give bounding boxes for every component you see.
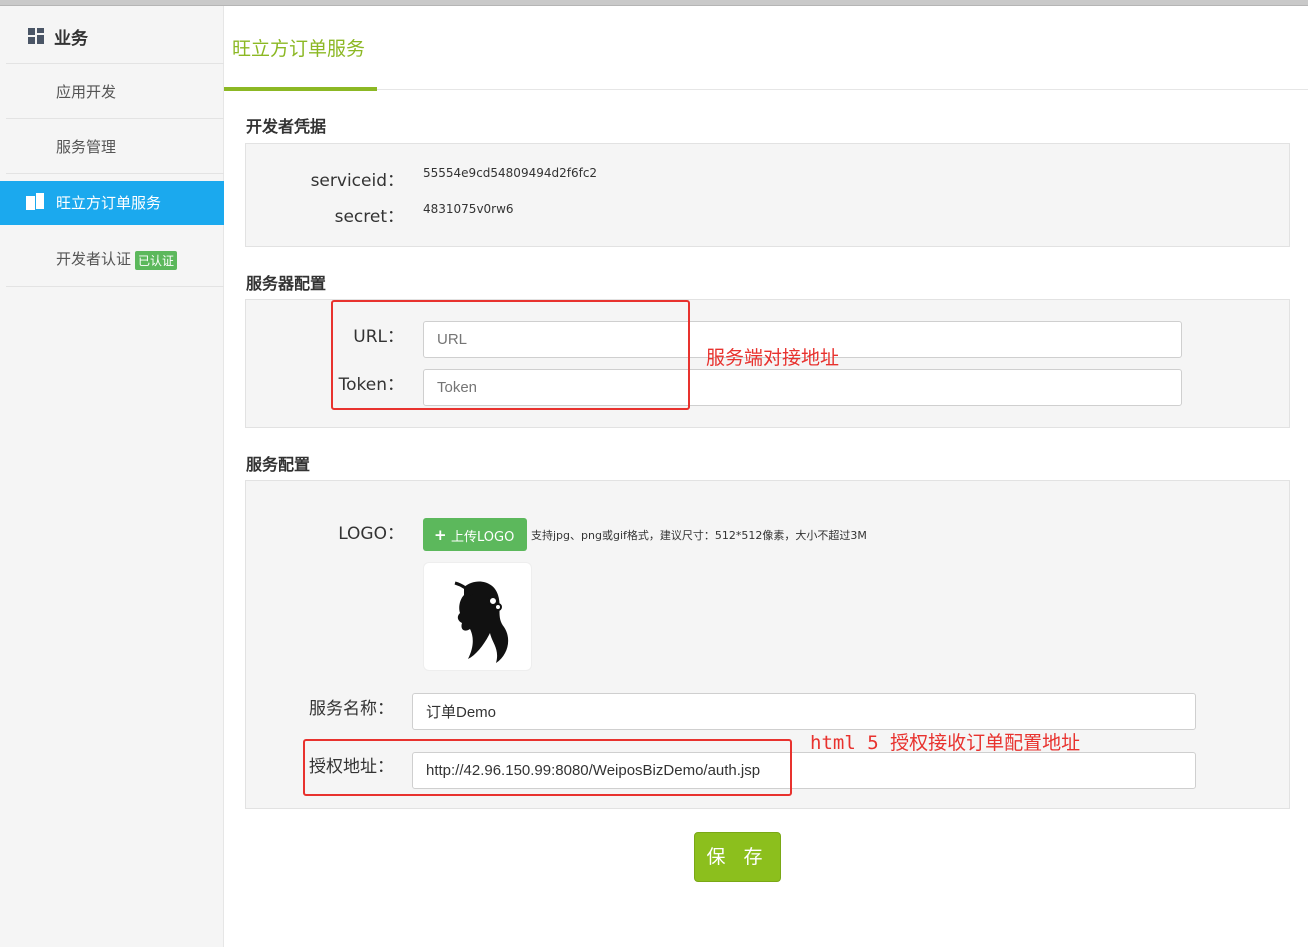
credentials-section-title: 开发者凭据 — [246, 117, 327, 136]
upload-logo-label: 上传LOGO — [451, 530, 515, 545]
server-annotation-box — [331, 300, 690, 410]
serviceid-label: serviceid： — [310, 171, 404, 191]
logo-silhouette — [454, 581, 509, 663]
page-title: 旺立方订单服务 — [232, 38, 366, 60]
sidebar-item-order-service[interactable]: 旺立方订单服务 — [0, 181, 224, 225]
logo-preview-image — [423, 562, 532, 671]
server-config-section-title: 服务器配置 — [246, 274, 327, 293]
service-config-section-title: 服务配置 — [246, 455, 311, 474]
sidebar-section-title: 业务 — [54, 29, 88, 49]
grid-icon — [28, 28, 44, 44]
sidebar-item-dev-cert[interactable]: 开发者认证 已认证 — [6, 231, 224, 287]
sidebar: 业务 应用开发 服务管理 旺立方订单服务 开发者认证 已认证 — [0, 6, 224, 947]
secret-value: 4831075v0rw6 — [423, 202, 514, 216]
sidebar-item-label: 开发者认证 — [56, 250, 132, 268]
service-name-input[interactable] — [412, 693, 1196, 730]
plus-icon: + — [434, 526, 447, 544]
sidebar-item-service-manage[interactable]: 服务管理 — [6, 119, 224, 174]
status-badge: 已认证 — [135, 251, 178, 270]
title-divider — [224, 89, 1308, 90]
server-annotation-text: 服务端对接地址 — [706, 347, 840, 369]
title-underline — [224, 87, 377, 91]
sidebar-item-label: 应用开发 — [56, 83, 117, 101]
sidebar-item-app-dev[interactable]: 应用开发 — [6, 64, 224, 119]
auth-annotation-box — [303, 739, 792, 796]
sidebar-header: 业务 — [6, 6, 224, 64]
documents-icon — [26, 193, 44, 211]
secret-label: secret： — [334, 207, 404, 227]
upload-logo-button[interactable]: + 上传LOGO — [423, 518, 527, 551]
logo-label: LOGO： — [338, 524, 404, 544]
sidebar-item-label: 旺立方订单服务 — [56, 194, 162, 212]
sidebar-item-label: 服务管理 — [56, 138, 117, 156]
auth-annotation-text: html 5 授权接收订单配置地址 — [810, 732, 1081, 754]
save-button[interactable]: 保 存 — [694, 832, 781, 882]
serviceid-value: 55554e9cd54809494d2f6fc2 — [423, 166, 598, 180]
upload-hint: 支持jpg、png或gif格式，建议尺寸：512*512像素，大小不超过3M — [531, 529, 867, 542]
sidebar-item-label-wrap: 开发者认证 已认证 — [56, 248, 178, 270]
credentials-panel — [245, 143, 1290, 247]
service-name-label: 服务名称： — [309, 699, 394, 719]
